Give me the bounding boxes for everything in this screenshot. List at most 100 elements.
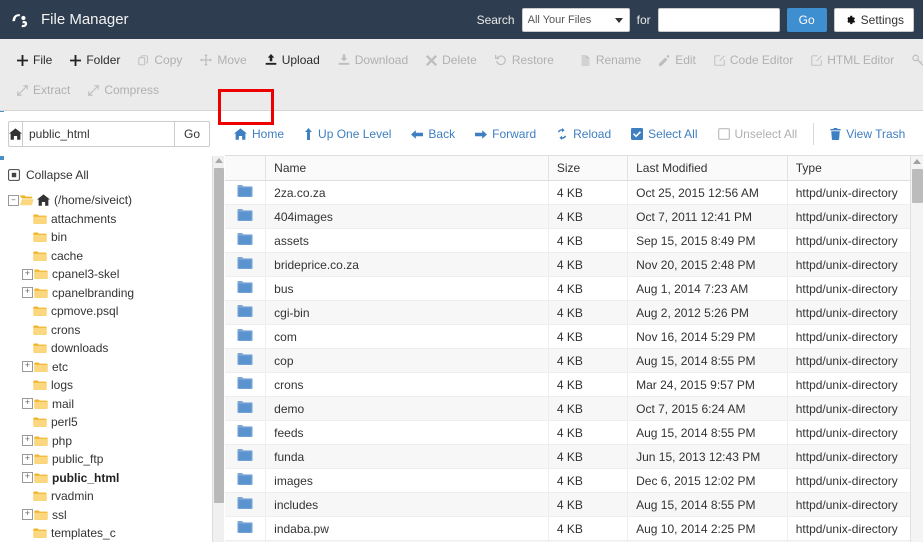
tree-expand-icon[interactable]: + — [22, 398, 33, 410]
table-row[interactable]: images 4 KB Dec 6, 2015 12:02 PM httpd/unix… — [225, 468, 923, 493]
sidebar-scrollbar[interactable] — [212, 156, 224, 542]
file-name-cell[interactable]: images — [265, 468, 549, 493]
table-row[interactable]: feeds 4 KB Aug 15, 2014 8:55 PM httpd/unix-… — [225, 420, 923, 445]
path-input[interactable] — [22, 121, 174, 147]
tree-node-crons[interactable]: crons — [22, 321, 212, 340]
file-list-scrollbar[interactable] — [910, 156, 923, 542]
tree-node-cpanel3-skel[interactable]: + cpanel3-skel — [22, 265, 212, 284]
file-name-cell[interactable]: cop — [265, 348, 549, 373]
table-row[interactable]: assets 4 KB Sep 15, 2015 8:49 PM httpd/unix… — [225, 228, 923, 253]
rename-button[interactable]: Rename — [571, 47, 650, 73]
file-name-cell[interactable]: crons — [265, 372, 549, 397]
file-name-cell[interactable]: com — [265, 324, 549, 349]
file-name-cell[interactable]: feeds — [265, 420, 549, 445]
restore-button[interactable]: Restore — [486, 47, 563, 73]
tree-node-php[interactable]: + php — [22, 432, 212, 451]
tree-node-cpanelbranding[interactable]: + cpanelbranding — [22, 284, 212, 303]
tree-node-public-html[interactable]: + public_html — [22, 469, 212, 488]
tree-node-root[interactable]: – (/home/siveict) — [8, 191, 212, 210]
table-row[interactable]: crons 4 KB Mar 24, 2015 9:57 PM httpd/unix-… — [225, 372, 923, 397]
settings-button[interactable]: Settings — [833, 7, 914, 32]
search-input[interactable] — [657, 7, 780, 32]
permissions-button[interactable]: Permissions — [903, 47, 923, 73]
copy-button[interactable]: Copy — [129, 47, 191, 73]
column-header-size[interactable]: Size — [548, 156, 629, 181]
file-name-cell[interactable]: bus — [265, 276, 549, 301]
tree-node-downloads[interactable]: downloads — [22, 339, 212, 358]
extract-button[interactable]: Extract — [8, 77, 79, 103]
tree-expand-icon[interactable]: + — [22, 361, 33, 373]
collapse-all-button[interactable]: Collapse All — [8, 168, 212, 182]
compress-button[interactable]: Compress — [79, 77, 168, 103]
nav-back-button[interactable]: Back — [401, 121, 465, 147]
nav-home-button[interactable]: Home — [224, 121, 294, 147]
column-header-name[interactable]: Name — [265, 156, 549, 181]
move-button[interactable]: Move — [191, 47, 255, 73]
edit-button[interactable]: Edit — [650, 47, 705, 73]
tree-expand-icon[interactable]: + — [22, 287, 33, 299]
file-name-cell[interactable]: demo — [265, 396, 549, 421]
table-row[interactable]: 2za.co.za 4 KB Oct 25, 2015 12:56 AM httpd/… — [225, 180, 923, 205]
file-name-cell[interactable]: 2za.co.za — [265, 180, 549, 205]
table-row[interactable]: includes 4 KB Aug 15, 2014 8:55 PM httpd/un… — [225, 492, 923, 517]
column-header-icon[interactable] — [225, 156, 267, 181]
tree-toggle-icon[interactable]: – — [8, 194, 19, 206]
tree-expand-icon[interactable]: + — [22, 472, 33, 484]
upload-button[interactable]: Upload — [256, 47, 329, 73]
file-name-cell[interactable]: 404images — [265, 204, 549, 229]
nav-forward-button[interactable]: Forward — [465, 121, 546, 147]
scroll-up-arrow-icon[interactable] — [913, 159, 921, 164]
table-row[interactable]: cgi-bin 4 KB Aug 2, 2012 5:26 PM httpd/unix… — [225, 300, 923, 325]
tree-node-rvadmin[interactable]: rvadmin — [22, 487, 212, 506]
table-row[interactable]: bus 4 KB Aug 1, 2014 7:23 AM httpd/unix-dir… — [225, 276, 923, 301]
tree-node-cpmove-psql[interactable]: cpmove.psql — [22, 302, 212, 321]
tree-node-templates-c[interactable]: templates_c — [22, 524, 212, 542]
file-name-cell[interactable]: includes — [265, 492, 549, 517]
file-name-cell[interactable]: assets — [265, 228, 549, 253]
tree-expand-icon[interactable]: + — [22, 268, 33, 280]
tree-node-cache[interactable]: cache — [22, 247, 212, 266]
tree-node-logs[interactable]: logs — [22, 376, 212, 395]
tree-node-perl5[interactable]: perl5 — [22, 413, 212, 432]
view-trash-button[interactable]: View Trash — [820, 121, 915, 147]
nav-reload-button[interactable]: Reload — [546, 121, 621, 147]
table-row[interactable]: cop 4 KB Aug 15, 2014 8:55 PM httpd/unix-di… — [225, 348, 923, 373]
nav-select-all-button[interactable]: Select All — [621, 121, 707, 147]
file-name-cell[interactable]: funda — [265, 444, 549, 469]
nav-up-one-level-button[interactable]: Up One Level — [294, 121, 401, 147]
tree-node-etc[interactable]: + etc — [22, 358, 212, 377]
table-row[interactable]: 404images 4 KB Oct 7, 2011 12:41 PM httpd/u… — [225, 204, 923, 229]
tree-expand-icon[interactable]: + — [22, 435, 33, 447]
tree-node-attachments[interactable]: attachments — [22, 210, 212, 229]
column-header-last-modified[interactable]: Last Modified — [627, 156, 788, 181]
path-go-button[interactable]: Go — [174, 121, 211, 147]
sidebar-scrollbar-thumb[interactable] — [214, 168, 224, 503]
tree-node-public-ftp[interactable]: + public_ftp — [22, 450, 212, 469]
search-scope-select[interactable]: All Your Files — [521, 7, 630, 32]
tree-node-mail[interactable]: + mail — [22, 395, 212, 414]
download-button[interactable]: Download — [329, 47, 417, 73]
html-editor-button[interactable]: HTML Editor — [802, 47, 903, 73]
tree-expand-icon[interactable]: + — [22, 509, 33, 521]
file-name-cell[interactable]: brideprice.co.za — [265, 252, 549, 277]
tree-expand-icon[interactable]: + — [22, 453, 33, 465]
table-row[interactable]: demo 4 KB Oct 7, 2015 6:24 AM httpd/unix-di… — [225, 396, 923, 421]
table-row[interactable]: com 4 KB Nov 16, 2014 5:29 PM httpd/unix-di… — [225, 324, 923, 349]
file-name-cell[interactable]: indaba.pw — [265, 516, 549, 541]
column-header-type[interactable]: Type — [787, 156, 923, 181]
table-row[interactable]: funda 4 KB Jun 15, 2013 12:43 PM httpd/unix… — [225, 444, 923, 469]
table-row[interactable]: brideprice.co.za 4 KB Nov 20, 2015 2:48 PM… — [225, 252, 923, 277]
nav-unselect-all-button[interactable]: Unselect All — [708, 121, 808, 147]
file-list-scrollbar-thumb[interactable] — [912, 169, 923, 203]
path-home-icon-box[interactable] — [8, 121, 22, 147]
tree-node-bin[interactable]: bin — [22, 228, 212, 247]
code-editor-button[interactable]: Code Editor — [705, 47, 802, 73]
tree-node-ssl[interactable]: + ssl — [22, 506, 212, 525]
file-name-cell[interactable]: cgi-bin — [265, 300, 549, 325]
search-go-button[interactable]: Go — [786, 7, 827, 32]
delete-button[interactable]: Delete — [417, 47, 486, 73]
empty-trash-button[interactable]: Empty Trash — [915, 121, 923, 147]
table-row[interactable]: indaba.pw 4 KB Aug 10, 2014 2:25 PM httpd/u… — [225, 516, 923, 541]
new-file-button[interactable]: File — [8, 47, 61, 73]
scroll-up-arrow-icon[interactable] — [215, 158, 223, 163]
